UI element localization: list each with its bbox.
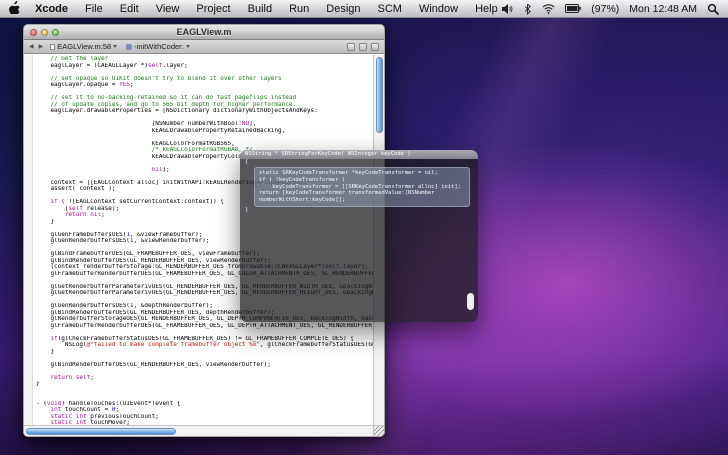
file-icon <box>50 44 55 50</box>
wifi-icon[interactable] <box>542 3 555 14</box>
lock-icon[interactable] <box>359 43 367 51</box>
menu-item-xcode[interactable]: Xcode <box>35 3 68 15</box>
hud-code-line: static SRKeyCodeTransformer *keyCodeTran… <box>259 170 465 177</box>
menu-item-design[interactable]: Design <box>326 3 360 15</box>
minimize-button[interactable] <box>41 29 48 36</box>
code-line: NSLog(@"failed to make complete framebuf… <box>36 342 373 349</box>
battery-icon[interactable] <box>565 4 581 13</box>
hud-brace-open: { <box>240 159 478 166</box>
method-icon <box>126 44 132 50</box>
horizontal-scroll-thumb[interactable] <box>26 428 176 435</box>
hud-snippet-box: static SRKeyCodeTransformer *keyCodeTran… <box>254 167 470 207</box>
title-bar[interactable]: EAGLView.m <box>24 25 384 40</box>
window-controls <box>30 25 59 39</box>
vertical-scroll-thumb[interactable] <box>376 57 383 133</box>
method-popup-label: -initWithCoder: <box>134 42 184 51</box>
desktop: Xcode File Edit View Project Build Run Design SC… <box>0 0 728 455</box>
code-line: glFramebufferRenderbufferOES(GL_FRAMEBUF… <box>36 323 373 330</box>
menu-items: Xcode File Edit View Project Build Run Design SC… <box>35 3 498 15</box>
hud-brace-close: } <box>240 207 478 214</box>
menu-item-scm[interactable]: SCM <box>378 3 402 15</box>
menu-bar: Xcode File Edit View Project Build Run Design SC… <box>0 0 728 18</box>
file-popup-label: EAGLView.m:58 <box>57 42 111 51</box>
close-button[interactable] <box>30 29 37 36</box>
file-popup[interactable]: EAGLView.m:58 <box>48 42 119 51</box>
bookmark-icon[interactable] <box>347 43 355 51</box>
zoom-button[interactable] <box>52 29 59 36</box>
bluetooth-icon[interactable] <box>523 3 532 15</box>
editor-nav-bar: ◀ ▶ EAGLView.m:58 -initWithCoder: <box>24 40 384 54</box>
menu-item-view[interactable]: View <box>156 3 180 15</box>
nav-right-icons <box>347 43 379 51</box>
menu-item-project[interactable]: Project <box>196 3 230 15</box>
menu-item-run[interactable]: Run <box>289 3 309 15</box>
forward-button[interactable]: ▶ <box>39 44 44 50</box>
hud-code-line: keyCodeTransformer = [[SRKeyCodeTransfor… <box>259 184 465 191</box>
menu-item-window[interactable]: Window <box>419 3 458 15</box>
menu-item-file[interactable]: File <box>85 3 103 15</box>
menu-item-build[interactable]: Build <box>248 3 272 15</box>
back-button[interactable]: ◀ <box>29 44 34 50</box>
hud-code-line: return [keyCodeTransformer transformedVa… <box>259 190 465 197</box>
split-editor-icon[interactable] <box>371 43 379 51</box>
menu-item-help[interactable]: Help <box>475 3 498 15</box>
hud-selected-row[interactable]: NSString * SRStringForKeyCode( NSInteger… <box>240 150 478 159</box>
resize-grip[interactable] <box>373 426 384 437</box>
chevron-down-icon <box>186 45 190 48</box>
completion-hud: NSString * SRStringForKeyCode( NSInteger… <box>240 150 478 322</box>
method-popup[interactable]: -initWithCoder: <box>124 42 192 51</box>
battery-percent[interactable]: (97%) <box>591 3 619 15</box>
menu-status: (97%) Mon 12:48 AM <box>501 3 719 15</box>
hud-scroll-thumb[interactable] <box>467 293 474 310</box>
hud-code-line: numberWithShort:keyCode]]; <box>259 197 465 204</box>
menu-item-edit[interactable]: Edit <box>120 3 139 15</box>
horizontal-scrollbar[interactable] <box>24 425 384 436</box>
menu-clock[interactable]: Mon 12:48 AM <box>629 3 697 15</box>
apple-logo-icon <box>9 1 20 17</box>
apple-menu[interactable] <box>9 1 20 17</box>
hud-code-line: if ( !keyCodeTransformer ) <box>259 177 465 184</box>
gutter <box>24 55 33 425</box>
window-title: EAGLView.m <box>24 27 384 37</box>
chevron-down-icon <box>113 45 117 48</box>
spotlight-icon[interactable] <box>707 3 719 15</box>
volume-icon[interactable] <box>501 3 513 15</box>
